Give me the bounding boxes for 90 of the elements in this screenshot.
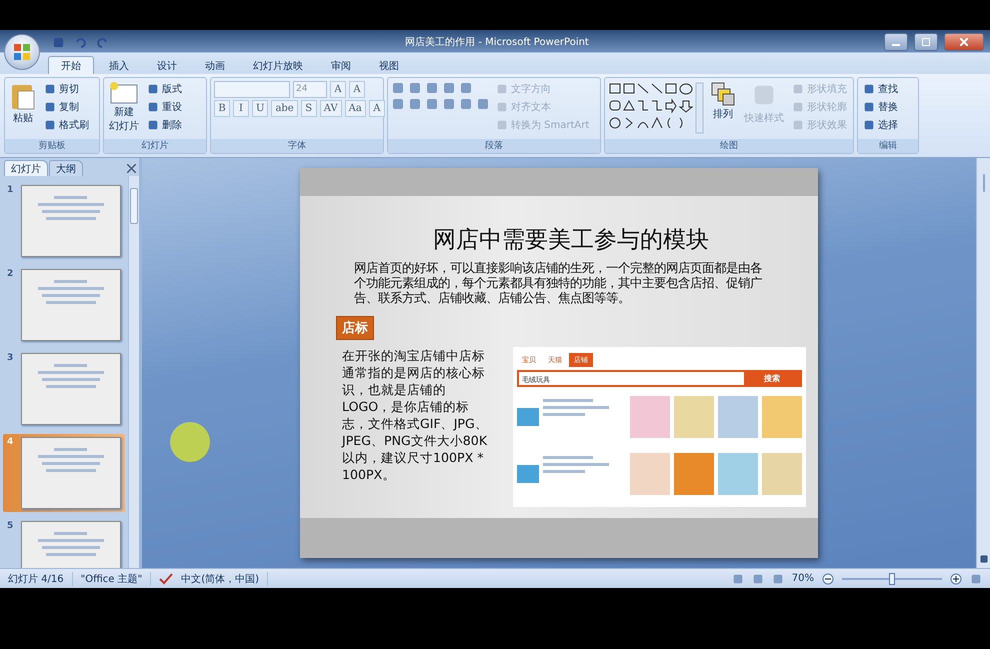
scrollbar[interactable] xyxy=(976,158,990,568)
zoom-level: 70% xyxy=(792,573,814,584)
ribbon-tab[interactable]: 幻灯片放映 xyxy=(240,56,316,74)
group-label: 绘图 xyxy=(605,139,853,153)
arrange-icon xyxy=(710,81,736,107)
ribbon-command[interactable]: 剪切 xyxy=(42,81,91,97)
pane-tab[interactable]: 大纲 xyxy=(49,160,83,176)
slide-number: 2 xyxy=(7,269,14,281)
ribbon-tab[interactable]: 插入 xyxy=(96,56,142,74)
zoom-out-icon[interactable] xyxy=(822,572,834,584)
ribbon-command[interactable]: 删除 xyxy=(145,117,184,133)
shapes-gallery-icon xyxy=(608,81,704,135)
ribbon-command[interactable]: 格式刷 xyxy=(42,117,91,133)
ribbon-tab[interactable]: 设计 xyxy=(144,56,190,74)
zoom-slider-thumb[interactable] xyxy=(889,572,895,584)
group-label: 剪贴板 xyxy=(5,139,99,153)
slide-number: 5 xyxy=(7,521,14,533)
slide-thumbnail-row[interactable]: 3 xyxy=(3,350,125,428)
zoom-in-icon[interactable] xyxy=(950,572,962,584)
format-button[interactable]: U xyxy=(252,100,268,117)
close-button[interactable] xyxy=(944,33,984,51)
group-label: 幻灯片 xyxy=(104,139,206,153)
ribbon-tab[interactable]: 审阅 xyxy=(318,56,364,74)
cursor-highlight xyxy=(170,422,210,462)
section-label: 店标 xyxy=(336,316,374,340)
pane-tab[interactable]: 幻灯片 xyxy=(4,160,48,176)
font-size-button[interactable]: A xyxy=(330,81,346,98)
close-icon xyxy=(126,164,136,172)
slide-thumbnail[interactable] xyxy=(20,269,121,341)
product-photo xyxy=(674,396,714,438)
slide-counter: 幻灯片 4/16 xyxy=(8,572,73,586)
ribbon-command[interactable]: 替换 xyxy=(861,99,900,115)
ribbon-command[interactable]: 查找 xyxy=(861,81,900,97)
ribbon-command[interactable]: 重设 xyxy=(145,99,184,115)
ribbon-tab[interactable]: 开始 xyxy=(48,56,94,74)
minimize-button[interactable] xyxy=(884,33,908,51)
office-logo-icon xyxy=(13,43,31,61)
theme-name: "Office 主题" xyxy=(80,572,152,586)
format-button[interactable]: S xyxy=(300,100,317,117)
ribbon-tab[interactable]: 动画 xyxy=(192,56,238,74)
format-button[interactable]: abe xyxy=(271,100,298,117)
slide-title: 网店中需要美工参与的模块 xyxy=(432,226,710,255)
product-photo xyxy=(718,453,758,495)
format-button[interactable]: A xyxy=(368,100,385,117)
group-label: 字体 xyxy=(211,139,383,153)
shop-logo xyxy=(517,408,540,426)
office-button[interactable] xyxy=(4,34,40,70)
format-button[interactable]: AV xyxy=(320,100,342,117)
slide-thumbnail[interactable] xyxy=(20,353,121,425)
format-button[interactable]: I xyxy=(233,100,249,117)
slide-thumbnail-row[interactable]: 2 xyxy=(3,266,125,344)
slide-thumbnail[interactable] xyxy=(20,185,121,257)
format-button[interactable]: Aa xyxy=(344,100,366,117)
close-icon xyxy=(960,38,968,46)
product-photo xyxy=(630,396,670,438)
redo-icon xyxy=(96,36,108,48)
slide-number: 1 xyxy=(7,185,14,197)
ribbon-command[interactable]: 版式 xyxy=(145,81,184,97)
ribbon-command[interactable]: 复制 xyxy=(42,99,91,115)
new-slide-icon xyxy=(109,81,139,105)
font-size-button[interactable]: A xyxy=(349,81,365,98)
slide-thumbnail[interactable] xyxy=(20,437,121,509)
slide-thumbnail-row[interactable]: 5 xyxy=(3,518,125,568)
slide-number: 4 xyxy=(7,437,14,449)
new-slide-button[interactable]: 新建 幻灯片 xyxy=(107,81,141,133)
ribbon-command[interactable]: 选择 xyxy=(861,117,900,133)
format-button[interactable]: B xyxy=(214,100,230,117)
slide-thumbnail-row[interactable]: 1 xyxy=(3,182,125,260)
product-photo xyxy=(762,396,802,438)
spellcheck-icon xyxy=(159,572,174,584)
paste-button[interactable]: 粘贴 xyxy=(8,81,38,125)
scrollbar[interactable] xyxy=(128,176,139,568)
group-label: 编辑 xyxy=(858,139,918,153)
slide-paragraph: 网店首页的好坏，可以直接影响该店铺的生死，一个完整的网店页面都是由各个功能元素组成的，每个元素都具有独特的功能，其中主要包含店招、促销广告、联系方式、店铺收藏、店铺公告、焦点图等等。 xyxy=(354,260,763,305)
arrange-button[interactable]: 排列 xyxy=(708,81,738,121)
language: 中文(简体，中国) xyxy=(181,572,268,586)
product-photo xyxy=(630,453,670,495)
ribbon-tab[interactable]: 视图 xyxy=(366,56,412,74)
group-label: 段落 xyxy=(388,139,600,153)
maximize-icon xyxy=(922,38,930,46)
shop-logo xyxy=(517,465,540,483)
font-name-field[interactable] xyxy=(214,81,290,98)
undo-icon xyxy=(74,36,86,48)
slide-number: 3 xyxy=(7,353,14,365)
product-photo xyxy=(762,453,802,495)
slide-body-text: 在开张的淘宝店铺中店标通常指的是网店的核心标识，也就是店铺的LOGO，是你店铺的标志，文件格式GIF、JPG、JPEG、PNG文件大小80K以内，建议尺寸100PX * 100PX。 xyxy=(342,347,489,484)
window-title: 网店美工的作用 - Microsoft PowerPoint xyxy=(404,36,590,49)
product-photo xyxy=(718,396,758,438)
product-photo xyxy=(674,453,714,495)
maximize-button[interactable] xyxy=(914,33,938,51)
